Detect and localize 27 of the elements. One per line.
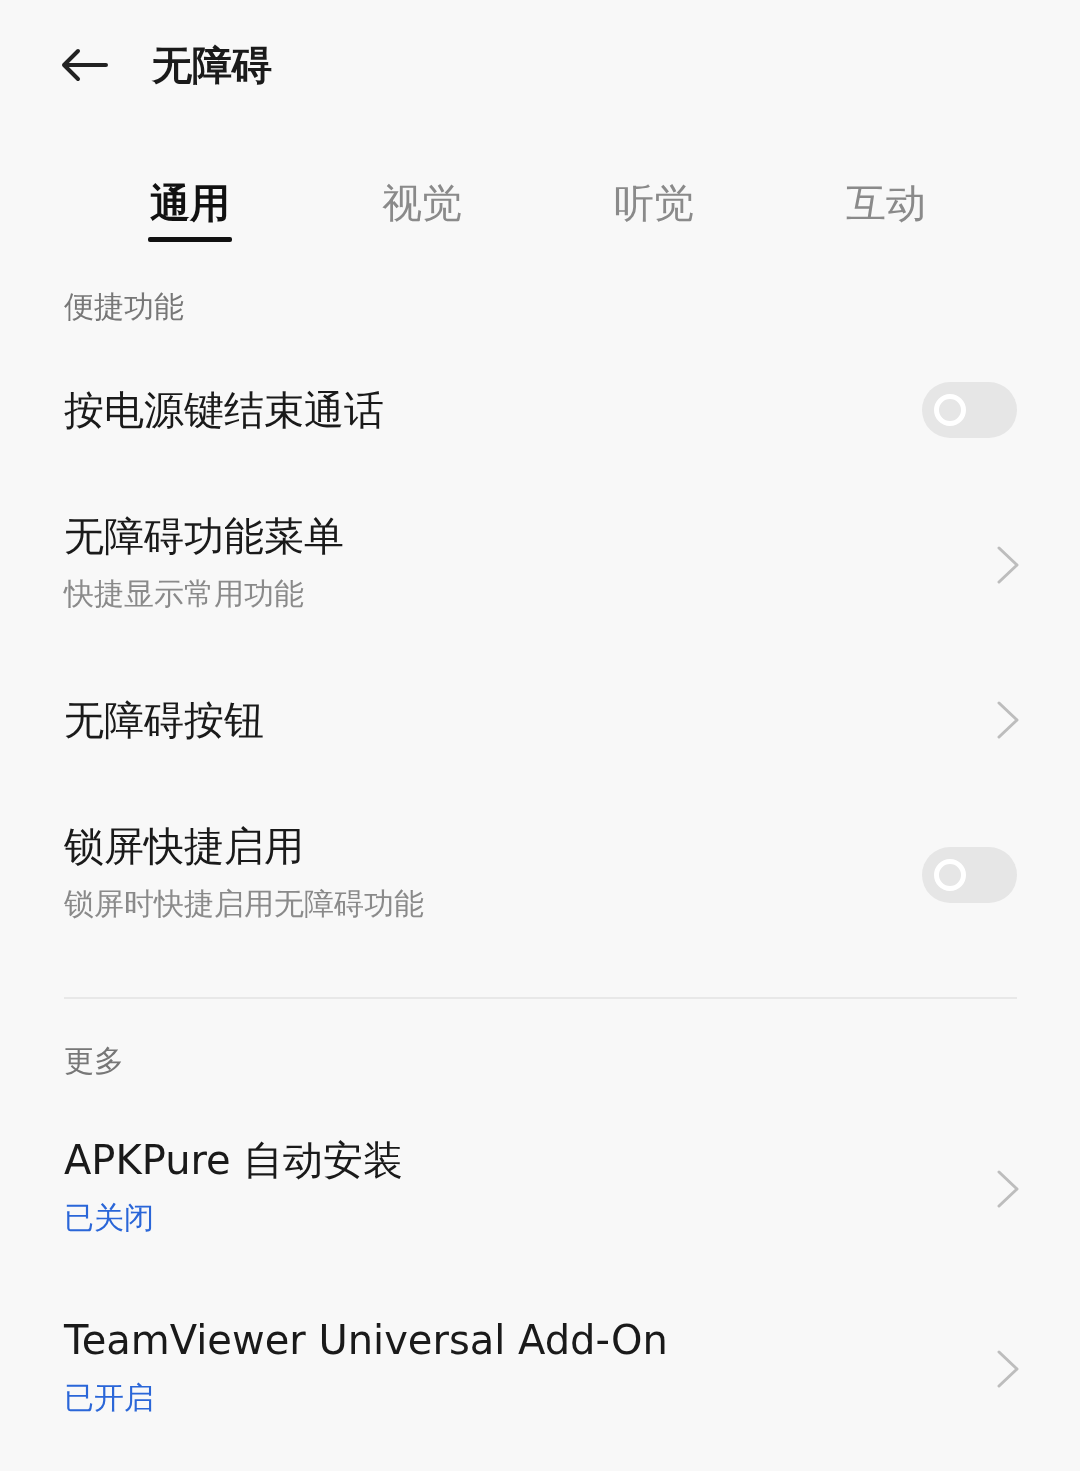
row-title: 锁屏快捷启用 <box>64 822 305 871</box>
settings-row[interactable]: APKPure 自动安装 已关闭 <box>0 1099 1080 1279</box>
chevron-right-icon <box>997 1170 1019 1208</box>
section-header: 更多 <box>64 1042 124 1080</box>
row-title: 无障碍按钮 <box>64 696 265 745</box>
toggle-switch[interactable] <box>922 847 1017 903</box>
chevron-right-icon <box>997 701 1019 739</box>
section-header: 便捷功能 <box>64 288 184 326</box>
page-title: 无障碍 <box>152 40 272 90</box>
toggle-switch[interactable] <box>922 382 1017 438</box>
row-subtitle: 已关闭 <box>64 1199 155 1237</box>
row-title: 无障碍功能菜单 <box>64 512 345 561</box>
tab[interactable]: 通用 <box>74 130 306 245</box>
settings-row[interactable]: 锁屏快捷启用 锁屏时快捷启用无障碍功能 <box>0 785 1080 965</box>
row-subtitle: 快捷显示常用功能 <box>64 575 305 613</box>
settings-row[interactable]: 无障碍按钮 <box>0 655 1080 785</box>
settings-row[interactable]: TeamViewer Universal Add-On 已开启 <box>0 1279 1080 1459</box>
row-title: 按电源键结束通话 <box>64 386 385 435</box>
row-title: TeamViewer Universal Add-On <box>64 1316 669 1365</box>
row-subtitle: 锁屏时快捷启用无障碍功能 <box>64 885 425 923</box>
chevron-right-icon <box>997 546 1019 584</box>
row-subtitle: 已开启 <box>64 1379 155 1417</box>
back-arrow-icon[interactable] <box>60 48 108 82</box>
chevron-right-icon <box>997 1350 1019 1388</box>
settings-row[interactable]: 按电源键结束通话 <box>0 345 1080 475</box>
settings-row[interactable]: 无障碍功能菜单 快捷显示常用功能 <box>0 475 1080 655</box>
row-title: APKPure 自动安装 <box>64 1136 405 1185</box>
